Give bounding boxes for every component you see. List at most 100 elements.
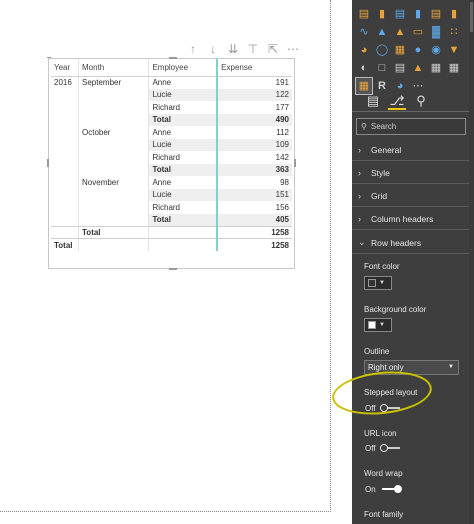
header-expense[interactable]: Expense (216, 59, 292, 77)
arrow-up-icon[interactable]: ↑ (186, 42, 200, 56)
font-family-label: Font family (364, 510, 404, 519)
format-search-input[interactable]: ⚲ Search (356, 118, 466, 135)
table-row[interactable]: Lucie 122 (51, 88, 292, 102)
toggle-state: Off (365, 443, 376, 453)
year-cell (51, 89, 79, 102)
header-employee[interactable]: Employee (148, 59, 218, 77)
expense-cell: 363 (216, 163, 292, 176)
table-row[interactable]: 2016 September Anne 191 (51, 76, 292, 89)
slicer-icon[interactable]: ▦ (428, 60, 444, 76)
expense-cell: 98 (216, 176, 292, 189)
url-icon-toggle[interactable]: Off (365, 442, 400, 454)
expense-cell: 156 (216, 201, 292, 214)
section-label: Grid (371, 190, 388, 201)
table-row[interactable]: October Anne 112 (51, 126, 292, 139)
chevron-right-icon: › (358, 144, 361, 155)
table-row[interactable]: Richard 177 (51, 101, 292, 114)
year-cell (51, 176, 79, 189)
funnel-icon[interactable]: ▼ (446, 42, 462, 58)
treemap-icon[interactable]: ▦ (392, 42, 408, 58)
header-month[interactable]: Month (78, 59, 149, 77)
resize-handle[interactable] (47, 159, 49, 167)
waterfall-icon[interactable]: ▓ (428, 24, 444, 40)
stacked-column-icon[interactable]: ▮ (374, 6, 390, 22)
word-wrap-toggle[interactable]: On (365, 483, 402, 495)
employee-cell: Lucie (148, 138, 218, 151)
table-icon[interactable]: ▦ (446, 60, 462, 76)
employee-cell: Anne (148, 176, 218, 189)
header-year[interactable]: Year (51, 59, 79, 77)
pie-chart-icon[interactable]: ◕ (356, 42, 372, 58)
month-cell: October (78, 126, 149, 139)
table-row[interactable]: Total 490 (51, 113, 292, 127)
section-general[interactable]: › General (352, 139, 474, 161)
format-paint-roller-icon[interactable]: ⎇ (388, 92, 406, 110)
area-chart-icon[interactable]: ▲ (374, 24, 390, 40)
scrollbar-thumb[interactable] (470, 2, 473, 32)
section-label: General (371, 144, 402, 155)
table-row[interactable]: November Anne 98 (51, 176, 292, 189)
ribbon-chart-icon[interactable]: ▭ (410, 24, 426, 40)
clustered-bar-icon[interactable]: ▤ (392, 6, 408, 22)
scatter-icon[interactable]: ∷ (446, 24, 462, 40)
analytics-magnifier-icon[interactable]: ⚲ (412, 92, 430, 110)
canvas-right-edge (330, 0, 331, 512)
section-column-headers[interactable]: › Column headers (352, 208, 474, 230)
stacked-bar-icon[interactable]: ▤ (356, 6, 372, 22)
font-color-picker[interactable]: ▼ (364, 276, 392, 290)
month-cell: November (78, 176, 149, 189)
double-arrow-down-icon[interactable]: ⇊ (226, 42, 240, 56)
expand-down-icon[interactable]: ⊤ (246, 42, 260, 56)
employee-cell: Total (148, 113, 218, 126)
section-grid[interactable]: › Grid (352, 185, 474, 207)
matrix-visual[interactable]: Year Month Employee Expense 2016 Septembe… (47, 57, 296, 270)
fields-tab-icon[interactable]: ▤ (364, 92, 382, 110)
donut-chart-icon[interactable]: ◯ (374, 42, 390, 58)
arrow-down-icon[interactable]: ↓ (206, 42, 220, 56)
more-options-icon[interactable]: ⋯ (286, 42, 300, 56)
multi-row-card-icon[interactable]: ▤ (392, 60, 408, 76)
table-row[interactable]: Lucie 151 (51, 188, 292, 201)
url-icon-label: URL icon (364, 429, 397, 438)
table-row[interactable]: Total 405 (51, 213, 292, 227)
toggle-knob (379, 444, 388, 452)
search-icon: ⚲ (361, 122, 367, 131)
clustered-column-icon[interactable]: ▮ (410, 6, 426, 22)
font-color-label: Font color (364, 262, 400, 271)
expense-cell: 112 (216, 126, 292, 139)
section-row-headers[interactable]: ⌄ Row headers (352, 232, 474, 254)
percent-bar-icon[interactable]: ▤ (428, 6, 444, 22)
map-icon[interactable]: ● (410, 42, 426, 58)
table-row[interactable]: Lucie 109 (51, 138, 292, 152)
section-label: Style (371, 167, 390, 178)
pane-scrollbar[interactable] (469, 0, 474, 524)
table-row[interactable]: Total 1258 (51, 238, 292, 251)
percent-column-icon[interactable]: ▮ (446, 6, 462, 22)
resize-handle[interactable] (294, 159, 296, 167)
kpi-icon[interactable]: ▲ (410, 60, 426, 76)
section-label: Column headers (371, 213, 434, 224)
year-cell (51, 126, 79, 139)
focus-mode-icon[interactable]: ⇱ (266, 42, 280, 56)
background-color-picker[interactable]: ▼ (364, 318, 392, 332)
resize-handle[interactable] (47, 57, 51, 58)
employee-cell: Richard (148, 101, 218, 114)
year-cell (51, 114, 79, 127)
table-row[interactable]: Richard 156 (51, 201, 292, 214)
line-chart-icon[interactable]: ∿ (356, 24, 372, 40)
table-row[interactable]: Total 1258 (51, 225, 292, 239)
year-cell (51, 139, 79, 152)
background-color-label: Background color (364, 305, 427, 314)
section-style[interactable]: › Style (352, 162, 474, 184)
card-icon[interactable]: □ (374, 60, 390, 76)
stacked-area-icon[interactable]: ▲ (392, 24, 408, 40)
table-row[interactable]: Total 363 (51, 163, 292, 176)
toggle-state: On (365, 484, 376, 494)
table-row[interactable]: Richard 142 (51, 151, 292, 164)
filled-map-icon[interactable]: ◉ (428, 42, 444, 58)
resize-handle[interactable] (169, 268, 177, 270)
month-cell: Total (78, 225, 149, 239)
year-cell (51, 214, 79, 227)
gauge-icon[interactable]: ◐ (356, 60, 372, 76)
employee-cell: Richard (148, 201, 218, 214)
